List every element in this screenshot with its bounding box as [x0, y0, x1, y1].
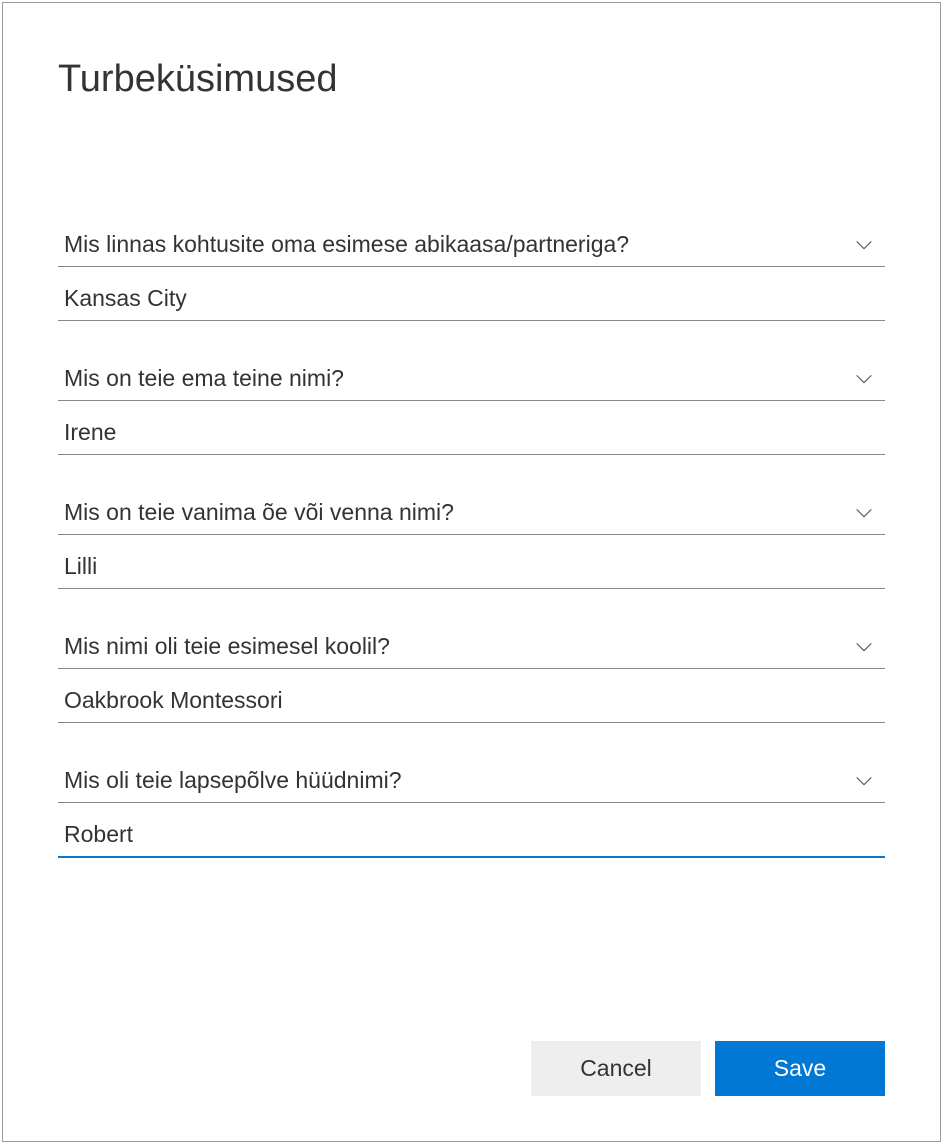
question-dropdown-5[interactable]: Mis oli teie lapsepõlve hüüdnimi?: [58, 767, 885, 803]
question-dropdown-1[interactable]: Mis linnas kohtusite oma esimese abikaas…: [58, 231, 885, 267]
question-dropdown-3[interactable]: Mis on teie vanima õe või venna nimi?: [58, 499, 885, 535]
question-dropdown-2[interactable]: Mis on teie ema teine nimi?: [58, 365, 885, 401]
dialog-title: Turbeküsimused: [58, 58, 885, 101]
question-text-2: Mis on teie ema teine nimi?: [64, 365, 344, 392]
chevron-down-icon: [853, 636, 875, 658]
question-text-1: Mis linnas kohtusite oma esimese abikaas…: [64, 231, 629, 258]
question-group-4: Mis nimi oli teie esimesel koolil?: [58, 633, 885, 723]
security-questions-dialog: Turbeküsimused Mis linnas kohtusite oma …: [2, 2, 941, 1142]
cancel-button[interactable]: Cancel: [531, 1041, 701, 1096]
questions-container: Mis linnas kohtusite oma esimese abikaas…: [58, 231, 885, 1037]
save-button[interactable]: Save: [715, 1041, 885, 1096]
answer-input-5[interactable]: [58, 803, 885, 858]
question-group-2: Mis on teie ema teine nimi?: [58, 365, 885, 455]
answer-input-3[interactable]: [58, 535, 885, 589]
chevron-down-icon: [853, 234, 875, 256]
question-group-1: Mis linnas kohtusite oma esimese abikaas…: [58, 231, 885, 321]
answer-input-1[interactable]: [58, 267, 885, 321]
chevron-down-icon: [853, 770, 875, 792]
chevron-down-icon: [853, 368, 875, 390]
chevron-down-icon: [853, 502, 875, 524]
answer-input-4[interactable]: [58, 669, 885, 723]
answer-input-2[interactable]: [58, 401, 885, 455]
question-text-5: Mis oli teie lapsepõlve hüüdnimi?: [64, 767, 402, 794]
button-bar: Cancel Save: [58, 1041, 885, 1096]
question-group-3: Mis on teie vanima õe või venna nimi?: [58, 499, 885, 589]
question-text-4: Mis nimi oli teie esimesel koolil?: [64, 633, 390, 660]
question-group-5: Mis oli teie lapsepõlve hüüdnimi?: [58, 767, 885, 858]
question-text-3: Mis on teie vanima õe või venna nimi?: [64, 499, 454, 526]
question-dropdown-4[interactable]: Mis nimi oli teie esimesel koolil?: [58, 633, 885, 669]
